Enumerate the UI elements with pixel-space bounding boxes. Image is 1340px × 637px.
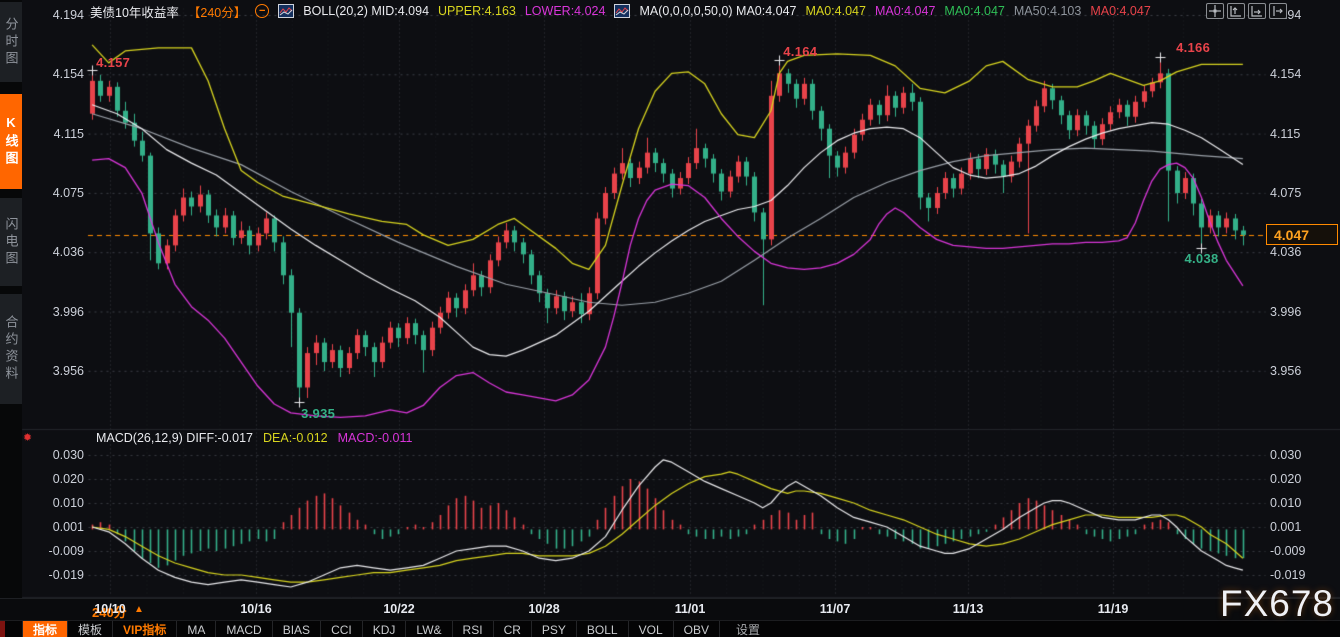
toolbar-item-指标[interactable]: 指标 bbox=[22, 621, 68, 637]
ma-mini-chart-icon bbox=[614, 4, 630, 18]
axis-label-right: -0.009 bbox=[1270, 544, 1334, 558]
current-price-tag: 4.047 bbox=[1266, 224, 1338, 245]
ma-green-label: MA0:4.047 bbox=[944, 4, 1004, 18]
toolbar-item-CCI[interactable]: CCI bbox=[321, 621, 363, 637]
toolbar-item-RSI[interactable]: RSI bbox=[453, 621, 494, 637]
interval-up-arrow-icon[interactable]: ▲ bbox=[134, 604, 144, 615]
axis-label-left: 3.996 bbox=[24, 305, 84, 319]
boll-label: BOLL(20,2) MID:4.094 bbox=[303, 4, 429, 18]
axis-zoom-vertical-icon[interactable] bbox=[1227, 3, 1245, 19]
toolbar-item-PSY[interactable]: PSY bbox=[532, 621, 577, 637]
macd-dea-label: DEA:-0.012 bbox=[263, 431, 328, 445]
high-price-marker: 4.166 bbox=[1176, 40, 1210, 55]
axis-label-left: 0.020 bbox=[24, 472, 84, 486]
ma50-label: MA50:4.103 bbox=[1014, 4, 1081, 18]
ma-yellow-label: MA0:4.047 bbox=[805, 4, 865, 18]
sidebar-item-kline[interactable]: K线图 bbox=[0, 94, 22, 189]
x-axis-bar: 240分 ▲ 10/1010/1610/2210/2811/0111/0711/… bbox=[0, 598, 1340, 621]
axis-label-left: 3.956 bbox=[24, 364, 84, 378]
fx678-watermark: FX678 bbox=[1220, 583, 1334, 625]
toolbar-spacer bbox=[5, 621, 22, 637]
axis-label-left: 4.036 bbox=[24, 245, 84, 259]
macd-legend: MACD(26,12,9) DIFF:-0.017 DEA:-0.012 MACD:… bbox=[96, 430, 412, 445]
toolbar-item-设置[interactable]: 设置 bbox=[726, 621, 770, 637]
toolbar-item-VOL[interactable]: VOL bbox=[629, 621, 674, 637]
toolbar-item-OBV[interactable]: OBV bbox=[674, 621, 720, 637]
sidebar-item-tab0[interactable]: 分时图 bbox=[0, 2, 22, 82]
axis-label-right: 0.030 bbox=[1270, 448, 1334, 462]
current-price-value: 4.047 bbox=[1274, 227, 1309, 243]
date-label: 10/28 bbox=[528, 602, 559, 616]
low-price-marker: 3.935 bbox=[301, 406, 335, 421]
axis-label-left: 4.154 bbox=[24, 67, 84, 81]
chart-type-sidebar: 分时图 K线图闪电图合约资料 bbox=[0, 0, 22, 620]
axis-label-left: -0.019 bbox=[24, 568, 84, 582]
axis-label-left: 0.030 bbox=[24, 448, 84, 462]
toolbar-item-LW&[interactable]: LW& bbox=[406, 621, 452, 637]
ma-magenta-label: MA0:4.047 bbox=[875, 4, 935, 18]
toolbar-item-KDJ[interactable]: KDJ bbox=[363, 621, 407, 637]
axis-label-left: 0.001 bbox=[24, 520, 84, 534]
ma-group-label: MA(0,0,0,0,50,0) MA0:4.047 bbox=[639, 4, 796, 18]
date-label: 10/22 bbox=[383, 602, 414, 616]
date-label: 10/16 bbox=[240, 602, 271, 616]
date-label: 10/10 bbox=[94, 602, 125, 616]
axis-label-right: -0.019 bbox=[1270, 568, 1334, 582]
macd-panel-icon[interactable]: ✹ bbox=[21, 432, 34, 445]
axis-label-right: 4.154 bbox=[1270, 67, 1334, 81]
period-label: 【240分】 bbox=[188, 2, 246, 21]
axis-label-left: 0.010 bbox=[24, 496, 84, 510]
low-price-marker: 4.038 bbox=[1184, 251, 1218, 266]
macd-params-label: MACD(26,12,9) DIFF:-0.017 bbox=[96, 431, 253, 445]
toolbar-item-VIP指标[interactable]: VIP指标 bbox=[113, 621, 177, 637]
axis-label-right: 3.956 bbox=[1270, 364, 1334, 378]
collapse-icon[interactable]: − bbox=[255, 4, 269, 18]
high-price-marker: 4.164 bbox=[783, 44, 817, 59]
toolbar-item-CR[interactable]: CR bbox=[494, 621, 532, 637]
pan-right-icon[interactable] bbox=[1269, 3, 1287, 19]
date-label: 11/13 bbox=[953, 602, 984, 616]
indicator-toolbar: 指标模板VIP指标MAMACDBIASCCIKDJLW&RSICRPSYBOLL… bbox=[0, 620, 1340, 637]
price-chart-canvas[interactable] bbox=[0, 0, 1340, 637]
toolbar-item-BIAS[interactable]: BIAS bbox=[273, 621, 321, 637]
date-label: 11/01 bbox=[675, 602, 706, 616]
boll-lower-label: LOWER:4.024 bbox=[525, 4, 606, 18]
axis-label-left: -0.009 bbox=[24, 544, 84, 558]
date-label: 11/07 bbox=[820, 602, 851, 616]
date-label: 11/19 bbox=[1098, 602, 1129, 616]
axis-label-right: 4.075 bbox=[1270, 186, 1334, 200]
toolbar-item-MA[interactable]: MA bbox=[177, 621, 216, 637]
axis-label-right: 0.001 bbox=[1270, 520, 1334, 534]
sidebar-item-tab3[interactable]: 合约资料 bbox=[0, 294, 22, 404]
macd-macd-label: MACD:-0.011 bbox=[338, 431, 413, 445]
toolbar-item-模板[interactable]: 模板 bbox=[68, 621, 113, 637]
toolbar-item-BOLL[interactable]: BOLL bbox=[577, 621, 629, 637]
high-price-marker: 4.157 bbox=[96, 55, 130, 70]
instrument-title: 美债10年收益率 bbox=[90, 2, 179, 21]
boll-upper-label: UPPER:4.163 bbox=[438, 4, 516, 18]
trading-app-window: 分时图 K线图闪电图合约资料 美债10年收益率【240分】− BOLL(20,2) … bbox=[0, 0, 1340, 637]
axis-label-right: 0.010 bbox=[1270, 496, 1334, 510]
main-chart-legend: 美债10年收益率【240分】− BOLL(20,2) MID:4.094 UPPER… bbox=[90, 3, 1151, 19]
chart-tool-icons bbox=[1206, 3, 1287, 19]
crosshair-icon[interactable] bbox=[1206, 3, 1224, 19]
axis-zoom-horizontal-icon[interactable] bbox=[1248, 3, 1266, 19]
boll-mini-chart-icon bbox=[278, 4, 294, 18]
axis-label-left: 4.075 bbox=[24, 186, 84, 200]
axis-label-left: 4.194 bbox=[24, 8, 84, 22]
axis-label-right: 0.020 bbox=[1270, 472, 1334, 486]
sidebar-item-tab2[interactable]: 闪电图 bbox=[0, 198, 22, 286]
axis-label-left: 4.115 bbox=[24, 127, 84, 141]
axis-label-right: 3.996 bbox=[1270, 305, 1334, 319]
ma-red-label: MA0:4.047 bbox=[1090, 4, 1150, 18]
toolbar-item-MACD[interactable]: MACD bbox=[216, 621, 272, 637]
axis-label-right: 4.115 bbox=[1270, 127, 1334, 141]
axis-label-right: 4.036 bbox=[1270, 245, 1334, 259]
